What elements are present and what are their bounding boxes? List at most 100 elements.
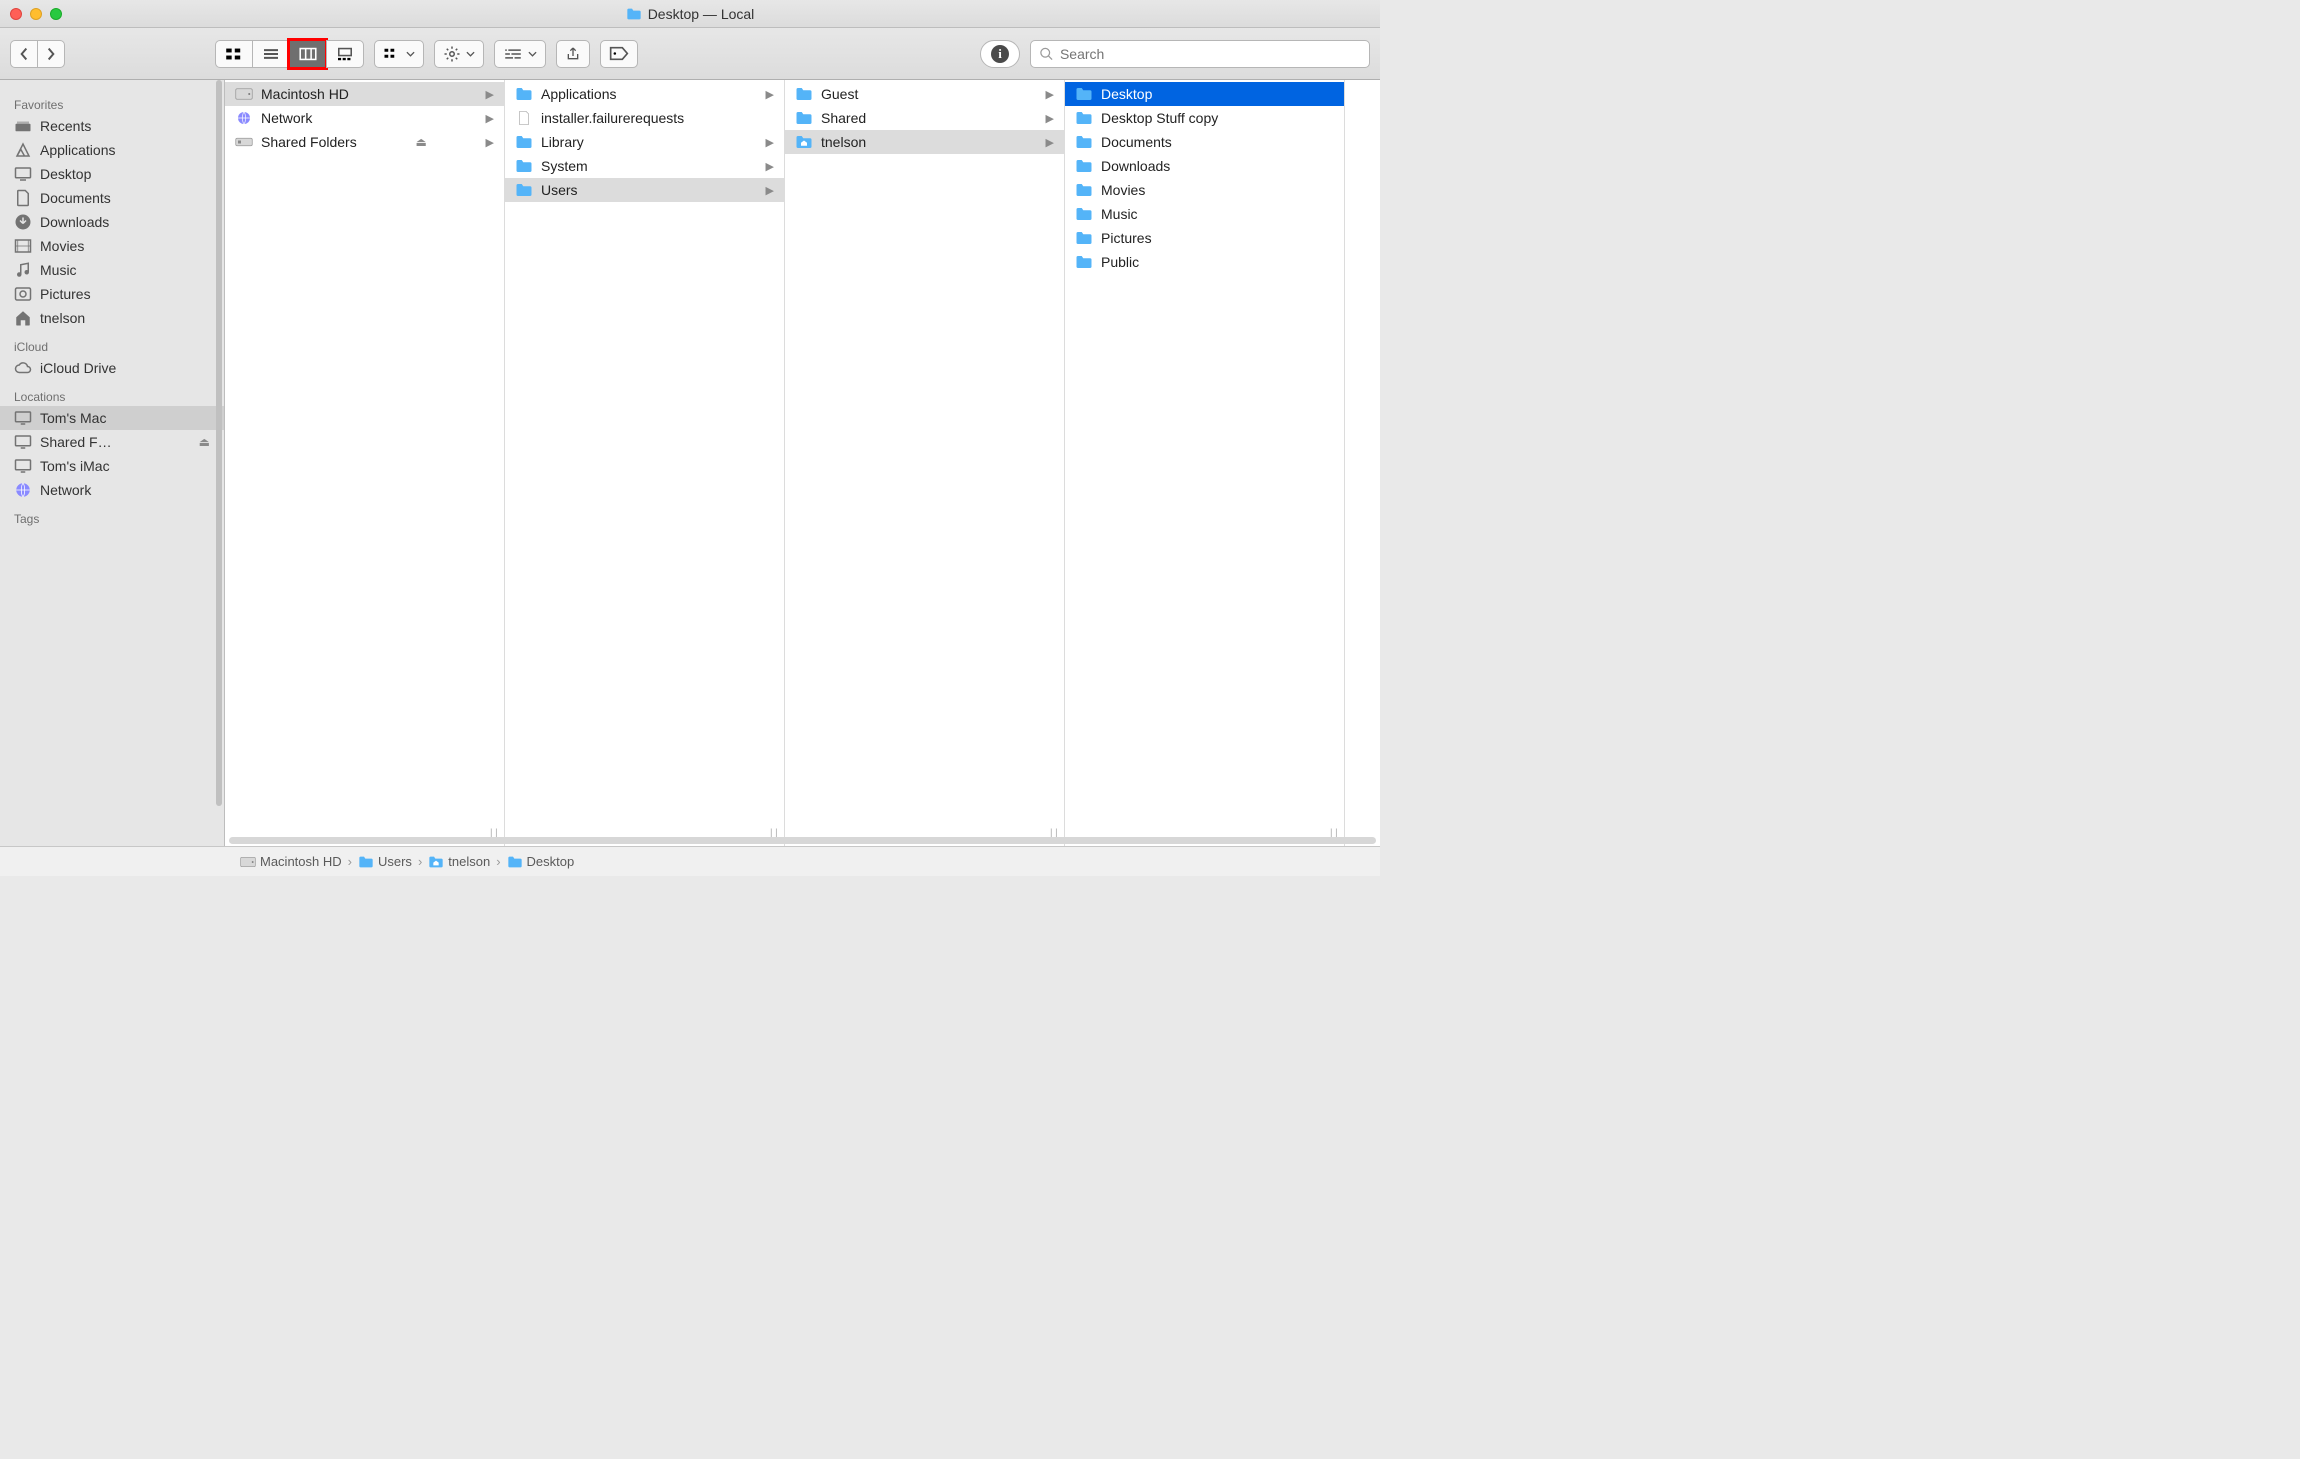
sidebar-item-label: Pictures [40,286,91,302]
sidebar-item-applications[interactable]: Applications [0,138,224,162]
column-item-library[interactable]: Library▶ [505,130,784,154]
sidebar-item-label: Shared F… [40,434,112,450]
sidebar-item-downloads[interactable]: Downloads [0,210,224,234]
sidebar-item-network[interactable]: Network [0,478,224,502]
column-item-music[interactable]: Music [1065,202,1344,226]
sidebar-item-label: Network [40,482,91,498]
column-0: Macintosh HD▶Network▶Shared Folders⏏▶|| [225,80,505,846]
share-button[interactable] [556,40,590,68]
sidebar-item-label: iCloud Drive [40,360,116,376]
chevron-left-icon [19,47,29,61]
sidebar-item-pictures[interactable]: Pictures [0,282,224,306]
globe-icon [235,110,253,126]
file-icon [515,110,533,126]
column-item-desktop-stuff-copy[interactable]: Desktop Stuff copy [1065,106,1344,130]
sidebar-item-label: Documents [40,190,111,206]
column-item-tnelson[interactable]: tnelson▶ [785,130,1064,154]
chevron-right-icon: ▶ [766,136,774,149]
column-item-documents[interactable]: Documents [1065,130,1344,154]
sidebar-section-header: iCloud [0,336,224,356]
gallery-view-button[interactable] [326,40,364,68]
column-item-label: Desktop Stuff copy [1101,110,1218,126]
info-button[interactable]: i [980,40,1020,68]
path-separator: › [418,854,422,869]
column-item-label: System [541,158,588,174]
sidebar-item-documents[interactable]: Documents [0,186,224,210]
sidebar-scrollbar[interactable] [216,80,222,806]
group-by-button[interactable] [374,40,424,68]
sidebar-item-label: Music [40,262,77,278]
column-item-label: Shared [821,110,866,126]
search-field[interactable] [1030,40,1370,68]
sidebar-section-header: Locations [0,386,224,406]
column-item-shared-folders[interactable]: Shared Folders⏏▶ [225,130,504,154]
folder-icon [507,855,523,869]
sidebar-item-recents[interactable]: Recents [0,114,224,138]
path-crumb-tnelson[interactable]: tnelson [428,854,490,869]
dropdown-icon [466,51,475,57]
column-view-button[interactable] [289,40,326,68]
path-separator: › [348,854,352,869]
sidebar-item-movies[interactable]: Movies [0,234,224,258]
sidebar-item-icloud-drive[interactable]: iCloud Drive [0,356,224,380]
window-close-button[interactable] [10,8,22,20]
sidebar-item-label: Downloads [40,214,109,230]
column-3: Desktop Desktop Stuff copy DocumentsDownlo… [1065,80,1345,846]
back-button[interactable] [10,40,37,68]
path-crumb-users[interactable]: Users [358,854,412,869]
action-menu-button[interactable] [434,40,484,68]
folder-icon [795,86,813,102]
path-crumb-macintosh-hd[interactable]: Macintosh HD [240,854,342,869]
column-view: Macintosh HD▶Network▶Shared Folders⏏▶||A… [225,80,1380,846]
column-item-downloads[interactable]: Downloads [1065,154,1344,178]
share-icon [565,45,581,63]
sidebar-item-desktop[interactable]: Desktop [0,162,224,186]
column-item-network[interactable]: Network▶ [225,106,504,130]
column-item-desktop[interactable]: Desktop [1065,82,1344,106]
view-options-button[interactable] [494,40,546,68]
titlebar: Desktop — Local [0,0,1380,28]
column-item-label: Pictures [1101,230,1152,246]
nav-buttons [10,40,65,68]
path-crumb-desktop[interactable]: Desktop [507,854,575,869]
column-item-movies[interactable]: Movies [1065,178,1344,202]
column-item-guest[interactable]: Guest▶ [785,82,1064,106]
icon-view-button[interactable] [215,40,252,68]
folder-icon [1075,230,1093,246]
sidebar-item-tnelson[interactable]: tnelson [0,306,224,330]
folder-users-icon [515,182,533,198]
icon-view-icon [224,47,244,61]
list-view-button[interactable] [252,40,289,68]
column-item-macintosh-hd[interactable]: Macintosh HD▶ [225,82,504,106]
column-item-system[interactable]: System ▶ [505,154,784,178]
tag-icon [609,46,629,61]
column-item-pictures[interactable]: Pictures [1065,226,1344,250]
sidebar-item-shared-f-[interactable]: Shared F… ⏏ [0,430,224,454]
column-item-public[interactable]: Public [1065,250,1344,274]
window-minimize-button[interactable] [30,8,42,20]
eject-icon[interactable]: ⏏ [199,435,210,449]
column-item-users[interactable]: Users▶ [505,178,784,202]
chevron-right-icon: ▶ [1046,112,1054,125]
sidebar-item-tom-s-mac[interactable]: Tom's Mac [0,406,224,430]
column-item-installer-failurerequests[interactable]: installer.failurerequests [505,106,784,130]
forward-button[interactable] [37,40,65,68]
sidebar-item-tom-s-imac[interactable]: Tom's iMac [0,454,224,478]
column-item-label: Public [1101,254,1139,270]
path-bar: Macintosh HD›Users›tnelson›Desktop [0,846,1380,876]
sidebar-item-music[interactable]: Music [0,258,224,282]
window-zoom-button[interactable] [50,8,62,20]
column-item-applications[interactable]: Applications▶ [505,82,784,106]
column-item-label: Music [1101,206,1138,222]
chevron-right-icon: ▶ [486,136,494,149]
home-folder-icon [428,855,444,869]
eject-icon[interactable]: ⏏ [415,135,426,149]
list-view-icon [261,47,281,61]
horizontal-scrollbar[interactable] [229,837,1376,844]
folder-icon [795,110,813,126]
chevron-right-icon: ▶ [766,160,774,173]
chevron-right-icon: ▶ [486,88,494,101]
column-item-shared[interactable]: Shared ▶ [785,106,1064,130]
tags-button[interactable] [600,40,638,68]
search-input[interactable] [1060,46,1361,62]
